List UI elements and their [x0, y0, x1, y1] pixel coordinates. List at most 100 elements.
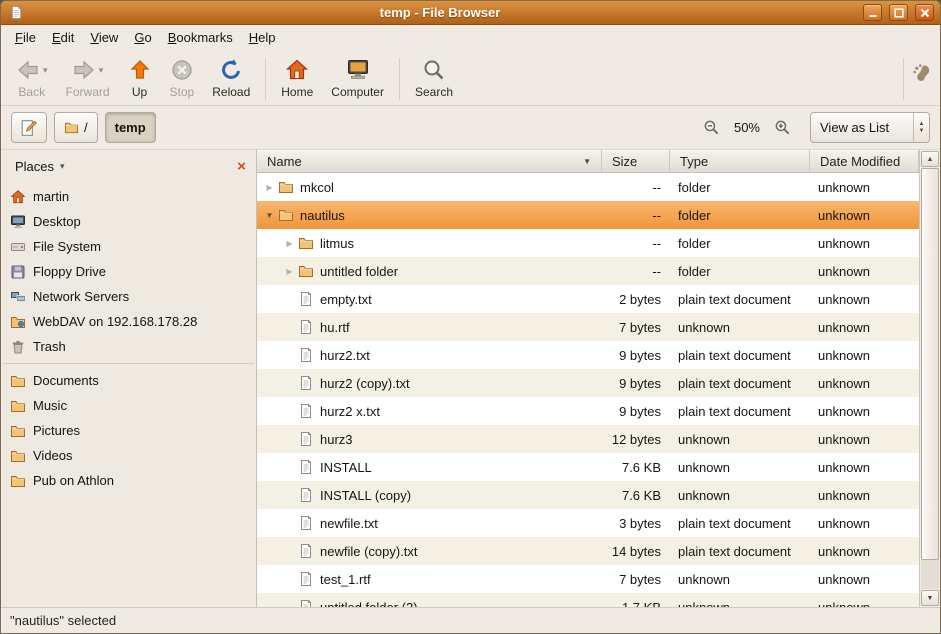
- menu-edit[interactable]: Edit: [44, 27, 82, 48]
- menu-bookmarks[interactable]: Bookmarks: [160, 27, 241, 48]
- expander-closed-icon[interactable]: ▶: [281, 239, 298, 248]
- menu-help[interactable]: Help: [241, 27, 284, 48]
- file-row-hu-rtf[interactable]: hu.rtf7 bytesunknownunknown: [257, 313, 919, 341]
- maximize-button[interactable]: [889, 4, 908, 21]
- modified-cell: unknown: [810, 397, 919, 425]
- file-row-hurz2-copy-txt[interactable]: hurz2 (copy).txt9 bytesplain text docume…: [257, 369, 919, 397]
- type-cell: folder: [670, 173, 810, 201]
- zoom-out-button[interactable]: [699, 114, 725, 142]
- place-item-martin[interactable]: martin: [1, 184, 256, 209]
- size-cell: 9 bytes: [602, 341, 670, 369]
- zoom-in-button[interactable]: [769, 114, 795, 142]
- name-cell: hurz2 x.txt: [257, 397, 602, 425]
- place-item-desktop[interactable]: Desktop: [1, 209, 256, 234]
- home-button[interactable]: Home: [272, 53, 322, 101]
- menu-view[interactable]: View: [82, 27, 126, 48]
- column-header-name[interactable]: Name▼: [257, 150, 602, 172]
- current-path-button[interactable]: temp: [105, 112, 156, 143]
- place-item-network-servers[interactable]: Network Servers: [1, 284, 256, 309]
- file-size: 14 bytes: [612, 544, 661, 559]
- type-cell: unknown: [670, 313, 810, 341]
- vertical-scrollbar[interactable]: ▲ ▼: [919, 150, 940, 607]
- window-menu-icon[interactable]: [9, 5, 24, 20]
- view-as-combobox[interactable]: View as List ▲▼: [810, 112, 930, 143]
- place-item-pub-on-athlon[interactable]: Pub on Athlon: [1, 468, 256, 493]
- edit-location-button[interactable]: [11, 112, 47, 143]
- file-row-newfile-txt[interactable]: newfile.txt3 bytesplain text documentunk…: [257, 509, 919, 537]
- size-cell: 12 bytes: [602, 425, 670, 453]
- size-cell: 7.6 KB: [602, 481, 670, 509]
- place-item-music[interactable]: Music: [1, 393, 256, 418]
- dropdown-arrow-icon: ▾: [99, 65, 104, 76]
- titlebar[interactable]: temp - File Browser: [1, 1, 940, 25]
- places-selector[interactable]: Places ▾: [7, 156, 73, 177]
- expander-closed-icon[interactable]: ▶: [281, 267, 298, 276]
- menu-file[interactable]: File: [7, 27, 44, 48]
- file-size: 12 bytes: [612, 432, 661, 447]
- type-cell: unknown: [670, 593, 810, 607]
- place-item-trash[interactable]: Trash: [1, 334, 256, 359]
- file-type: plain text document: [678, 516, 791, 531]
- file-modified: unknown: [818, 348, 870, 363]
- file-row-mkcol[interactable]: ▶mkcol--folderunknown: [257, 173, 919, 201]
- size-cell: 7 bytes: [602, 565, 670, 593]
- close-icon: ×: [237, 159, 246, 174]
- expander-closed-icon[interactable]: ▶: [261, 183, 278, 192]
- reload-button[interactable]: Reload: [203, 53, 259, 101]
- file-row-hurz2-x-txt[interactable]: hurz2 x.txt9 bytesplain text documentunk…: [257, 397, 919, 425]
- file-type: plain text document: [678, 376, 791, 391]
- column-header-type[interactable]: Type: [670, 150, 810, 172]
- close-icon: [920, 8, 930, 18]
- search-button[interactable]: Search: [406, 53, 462, 101]
- minimize-button[interactable]: [863, 4, 882, 21]
- file-size: 7 bytes: [619, 320, 661, 335]
- scroll-down-button[interactable]: ▼: [921, 590, 939, 606]
- sidebar-close-button[interactable]: ×: [232, 157, 251, 176]
- place-item-documents[interactable]: Documents: [1, 368, 256, 393]
- folder-icon: [10, 423, 26, 439]
- expander-open-icon[interactable]: ▼: [261, 211, 278, 220]
- file-row-untitled-folder-2[interactable]: untitled folder (2)1.7 KBunknownunknown: [257, 593, 919, 607]
- file-row-hurz3[interactable]: hurz312 bytesunknownunknown: [257, 425, 919, 453]
- scroll-up-button[interactable]: ▲: [921, 151, 939, 167]
- name-cell: empty.txt: [257, 285, 602, 313]
- name-cell: hurz2 (copy).txt: [257, 369, 602, 397]
- file-modified: unknown: [818, 376, 870, 391]
- close-button[interactable]: [915, 4, 934, 21]
- column-header-date-modified[interactable]: Date Modified: [810, 150, 919, 172]
- place-item-pictures[interactable]: Pictures: [1, 418, 256, 443]
- file-size: 7 bytes: [619, 572, 661, 587]
- file-row-empty-txt[interactable]: empty.txt2 bytesplain text documentunkno…: [257, 285, 919, 313]
- reload-label: Reload: [212, 85, 250, 99]
- root-path-label: /: [84, 120, 88, 135]
- file-row-litmus[interactable]: ▶litmus--folderunknown: [257, 229, 919, 257]
- text-file-icon: [298, 375, 314, 391]
- file-row-nautilus[interactable]: ▼nautilus--folderunknown: [257, 201, 919, 229]
- text-file-icon: [298, 291, 314, 307]
- text-file-icon: [298, 319, 314, 335]
- file-modified: unknown: [818, 264, 870, 279]
- scrollbar-thumb[interactable]: [921, 168, 939, 560]
- type-cell: unknown: [670, 481, 810, 509]
- place-item-floppy-drive[interactable]: Floppy Drive: [1, 259, 256, 284]
- file-row-untitled-folder[interactable]: ▶untitled folder--folderunknown: [257, 257, 919, 285]
- search-icon-area: [422, 57, 446, 83]
- menu-go[interactable]: Go: [126, 27, 159, 48]
- place-item-videos[interactable]: Videos: [1, 443, 256, 468]
- file-row-test-1-rtf[interactable]: test_1.rtf7 bytesunknownunknown: [257, 565, 919, 593]
- places-sidebar: Places ▾ × martinDesktopFile SystemFlopp…: [1, 150, 257, 607]
- file-size: 7.6 KB: [622, 460, 661, 475]
- column-header-size[interactable]: Size: [602, 150, 670, 172]
- place-item-webdav-on-192-168-178-28[interactable]: WebDAV on 192.168.178.28: [1, 309, 256, 334]
- computer-button[interactable]: Computer: [322, 53, 393, 101]
- file-row-newfile-copy-txt[interactable]: newfile (copy).txt14 bytesplain text doc…: [257, 537, 919, 565]
- file-row-hurz2-txt[interactable]: hurz2.txt9 bytesplain text documentunkno…: [257, 341, 919, 369]
- scrollbar-track[interactable]: [921, 168, 939, 589]
- file-row-install-copy[interactable]: INSTALL (copy)7.6 KBunknownunknown: [257, 481, 919, 509]
- root-path-button[interactable]: /: [54, 112, 98, 143]
- text-file-icon: [298, 459, 314, 475]
- place-item-file-system[interactable]: File System: [1, 234, 256, 259]
- up-button[interactable]: Up: [119, 53, 161, 101]
- file-row-install[interactable]: INSTALL7.6 KBunknownunknown: [257, 453, 919, 481]
- desktop-icon: [10, 214, 26, 230]
